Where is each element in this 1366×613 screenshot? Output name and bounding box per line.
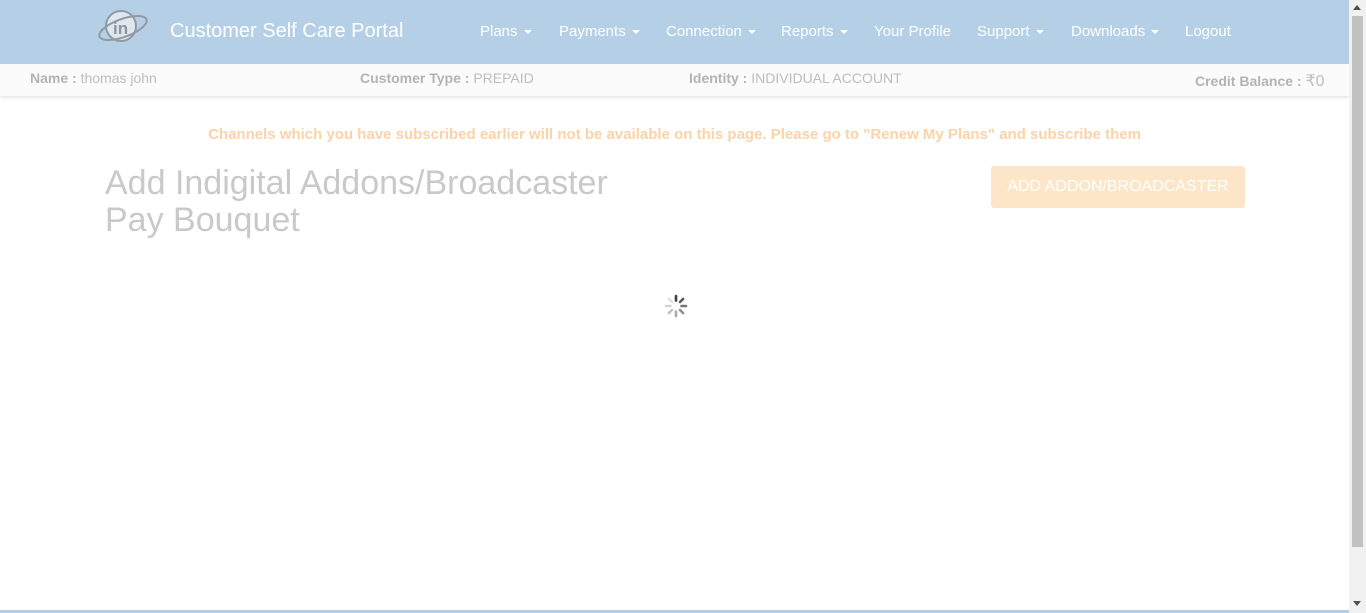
page-title: Add Indigital Addons/Broadcaster Pay Bou… (105, 164, 608, 239)
caret-down-icon (1035, 30, 1044, 35)
nav-label: Plans (480, 23, 518, 40)
top-navbar: in Customer Self Care Portal Plans Payme… (0, 0, 1349, 64)
caret-down-icon (839, 30, 848, 35)
loading-spinner-icon (664, 294, 688, 318)
nav-label: Support (977, 23, 1030, 40)
scroll-thumb[interactable] (1352, 16, 1363, 547)
name-value: thomas john (80, 70, 157, 86)
customer-type: Customer Type : PREPAID (360, 70, 534, 86)
brand-title[interactable]: Customer Self Care Portal (170, 20, 403, 43)
nav-connection[interactable]: Connection (666, 23, 756, 40)
nav-label: Connection (666, 23, 742, 40)
nav-label: Payments (559, 23, 626, 40)
customer-identity: Identity : INDIVIDUAL ACCOUNT (689, 70, 902, 86)
nav-label: Logout (1185, 23, 1231, 40)
logo-icon[interactable]: in (96, 4, 150, 58)
subscription-notice: Channels which you have subscribed earli… (208, 126, 1141, 143)
nav-downloads[interactable]: Downloads (1071, 23, 1160, 40)
nav-label: Your Profile (874, 23, 951, 40)
name-label: Name : (30, 70, 77, 86)
type-value: PREPAID (473, 70, 534, 86)
credit-balance: Credit Balance : ₹0 (1195, 71, 1325, 91)
caret-down-icon (631, 30, 640, 35)
nav-support[interactable]: Support (977, 23, 1044, 40)
nav-label: Reports (781, 23, 834, 40)
nav-logout[interactable]: Logout (1185, 23, 1231, 40)
identity-label: Identity : (689, 70, 748, 86)
vertical-scrollbar[interactable] (1349, 0, 1366, 613)
nav-label: Downloads (1071, 23, 1146, 40)
scroll-down-icon[interactable] (1353, 601, 1361, 606)
add-addon-button[interactable]: ADD ADDON/BROADCASTER (991, 166, 1245, 208)
nav-plans[interactable]: Plans (480, 23, 532, 40)
caret-down-icon (1151, 30, 1160, 35)
caret-down-icon (747, 30, 756, 35)
nav-your-profile[interactable]: Your Profile (874, 23, 951, 40)
scroll-up-icon[interactable] (1353, 5, 1361, 10)
caret-down-icon (523, 30, 532, 35)
identity-value: INDIVIDUAL ACCOUNT (751, 70, 902, 86)
nav-reports[interactable]: Reports (781, 23, 848, 40)
nav-payments[interactable]: Payments (559, 23, 640, 40)
balance-value: ₹0 (1305, 73, 1325, 90)
balance-label: Credit Balance : (1195, 73, 1302, 89)
svg-text:in: in (113, 19, 128, 38)
customer-name: Name : thomas john (30, 70, 157, 86)
type-label: Customer Type : (360, 70, 470, 86)
customer-info-bar: Name : thomas john Customer Type : PREPA… (0, 64, 1349, 96)
